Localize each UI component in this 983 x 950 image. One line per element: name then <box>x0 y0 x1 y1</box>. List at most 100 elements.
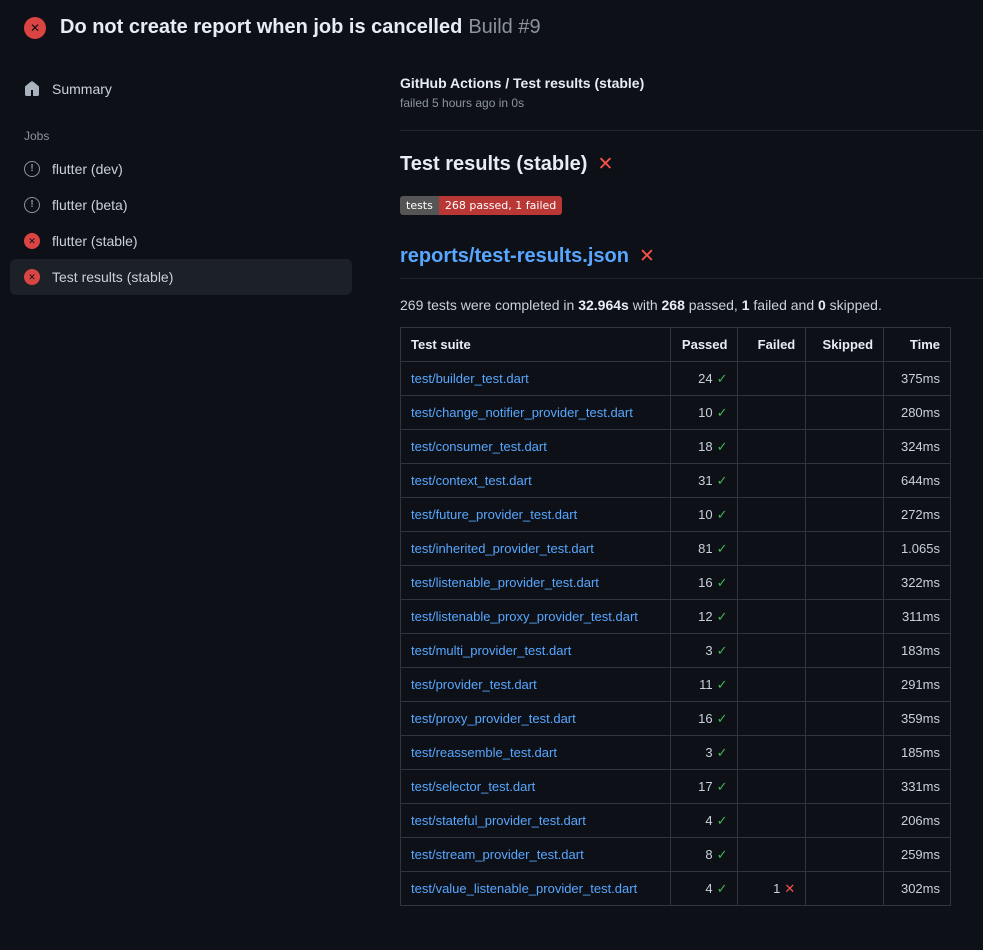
run-meta: failed 5 hours ago in 0s <box>400 96 983 110</box>
check-icon: ✓ <box>717 609 728 624</box>
sidebar-item-flutter-beta[interactable]: ! flutter (beta) <box>10 187 352 223</box>
failed-cell: ✕ <box>738 498 806 532</box>
table-row: test/selector_test.dart 17✓ ✕ 331ms <box>401 770 951 804</box>
suite-link[interactable]: test/reassemble_test.dart <box>411 745 557 760</box>
sidebar-item-test-results-stable[interactable]: ✕ Test results (stable) <box>10 259 352 295</box>
failed-x-icon: ✕ <box>639 245 655 268</box>
check-icon: ✓ <box>717 677 728 692</box>
suite-link[interactable]: test/context_test.dart <box>411 473 532 488</box>
time-cell: 259ms <box>884 838 951 872</box>
report-link[interactable]: reports/test-results.json <box>400 245 629 268</box>
time-cell: 1.065s <box>884 532 951 566</box>
time-cell: 331ms <box>884 770 951 804</box>
jobs-heading: Jobs <box>24 129 352 143</box>
time-cell: 359ms <box>884 702 951 736</box>
summary-duration: 32.964s <box>578 297 629 313</box>
time-cell: 272ms <box>884 498 951 532</box>
suite-link[interactable]: test/selector_test.dart <box>411 779 535 794</box>
sidebar: Summary Jobs ! flutter (dev) ! flutter (… <box>0 51 400 295</box>
skipped-cell <box>806 736 884 770</box>
check-icon: ✓ <box>717 405 728 420</box>
sidebar-item-flutter-stable[interactable]: ✕ flutter (stable) <box>10 223 352 259</box>
passed-cell: 11✓ <box>670 668 738 702</box>
time-cell: 280ms <box>884 396 951 430</box>
check-icon: ✓ <box>717 813 728 828</box>
divider <box>400 130 983 131</box>
section-title-text: Test results (stable) <box>400 153 587 176</box>
suite-link[interactable]: test/multi_provider_test.dart <box>411 643 571 658</box>
table-row: test/reassemble_test.dart 3✓ ✕ 185ms <box>401 736 951 770</box>
sidebar-summary-label: Summary <box>52 81 112 97</box>
sidebar-item-summary[interactable]: Summary <box>10 71 352 107</box>
check-icon: ✓ <box>717 711 728 726</box>
check-icon: ✓ <box>717 779 728 794</box>
sidebar-item-flutter-dev[interactable]: ! flutter (dev) <box>10 151 352 187</box>
failed-x-icon: ✕ <box>597 153 613 176</box>
table-row: test/listenable_proxy_provider_test.dart… <box>401 600 951 634</box>
failed-cell: ✕ <box>738 634 806 668</box>
suite-link[interactable]: test/change_notifier_provider_test.dart <box>411 405 633 420</box>
passed-cell: 8✓ <box>670 838 738 872</box>
suite-link[interactable]: test/stream_provider_test.dart <box>411 847 584 862</box>
failed-cell: ✕ <box>738 532 806 566</box>
suite-link[interactable]: test/future_provider_test.dart <box>411 507 577 522</box>
suite-link[interactable]: test/listenable_provider_test.dart <box>411 575 599 590</box>
failed-cell: ✕ <box>738 770 806 804</box>
failed-cell: 1✕ <box>738 872 806 906</box>
failed-cell: ✕ <box>738 464 806 498</box>
time-cell: 302ms <box>884 872 951 906</box>
suite-link[interactable]: test/stateful_provider_test.dart <box>411 813 586 828</box>
skipped-cell <box>806 668 884 702</box>
passed-cell: 3✓ <box>670 736 738 770</box>
header-skipped: Skipped <box>806 328 884 362</box>
suite-link[interactable]: test/proxy_provider_test.dart <box>411 711 576 726</box>
table-row: test/future_provider_test.dart 10✓ ✕ 272… <box>401 498 951 532</box>
suite-link[interactable]: test/consumer_test.dart <box>411 439 547 454</box>
time-cell: 375ms <box>884 362 951 396</box>
summary-failed: 1 <box>742 297 750 313</box>
failed-cell: ✕ <box>738 702 806 736</box>
jobs-list: ! flutter (dev) ! flutter (beta) ✕ flutt… <box>10 151 352 295</box>
summary-skipped: 0 <box>818 297 826 313</box>
skipped-cell <box>806 532 884 566</box>
check-icon: ✓ <box>717 439 728 454</box>
suite-link[interactable]: test/inherited_provider_test.dart <box>411 541 594 556</box>
skipped-cell <box>806 430 884 464</box>
section-title: Test results (stable) ✕ <box>400 153 983 176</box>
breadcrumb: GitHub Actions / Test results (stable) <box>400 75 983 91</box>
page-title: Do not create report when job is cancell… <box>60 16 541 39</box>
passed-cell: 16✓ <box>670 702 738 736</box>
job-label: flutter (beta) <box>52 197 127 213</box>
failed-cell: ✕ <box>738 362 806 396</box>
skipped-cell <box>806 804 884 838</box>
run-failed-status-icon: ✕ <box>24 17 46 39</box>
passed-cell: 31✓ <box>670 464 738 498</box>
x-circle-fill-icon: ✕ <box>24 269 40 285</box>
x-icon: ✕ <box>784 881 795 896</box>
suite-link[interactable]: test/builder_test.dart <box>411 371 529 386</box>
passed-cell: 4✓ <box>670 872 738 906</box>
main-content: GitHub Actions / Test results (stable) f… <box>400 51 983 906</box>
suite-link[interactable]: test/provider_test.dart <box>411 677 537 692</box>
run-title: Do not create report when job is cancell… <box>60 16 462 38</box>
skipped-cell <box>806 770 884 804</box>
table-header-row: Test suite Passed Failed Skipped Time <box>401 328 951 362</box>
suite-link[interactable]: test/value_listenable_provider_test.dart <box>411 881 637 896</box>
table-row: test/stream_provider_test.dart 8✓ ✕ 259m… <box>401 838 951 872</box>
skipped-cell <box>806 464 884 498</box>
failed-cell: ✕ <box>738 600 806 634</box>
suite-link[interactable]: test/listenable_proxy_provider_test.dart <box>411 609 638 624</box>
passed-cell: 12✓ <box>670 600 738 634</box>
skipped-cell <box>806 872 884 906</box>
passed-cell: 81✓ <box>670 532 738 566</box>
time-cell: 291ms <box>884 668 951 702</box>
time-cell: 185ms <box>884 736 951 770</box>
tests-badge: tests268 passed, 1 failed <box>400 196 562 215</box>
passed-cell: 18✓ <box>670 430 738 464</box>
time-cell: 183ms <box>884 634 951 668</box>
check-icon: ✓ <box>717 507 728 522</box>
skipped-cell <box>806 838 884 872</box>
skipped-cell <box>806 396 884 430</box>
table-row: test/proxy_provider_test.dart 16✓ ✕ 359m… <box>401 702 951 736</box>
passed-cell: 10✓ <box>670 396 738 430</box>
